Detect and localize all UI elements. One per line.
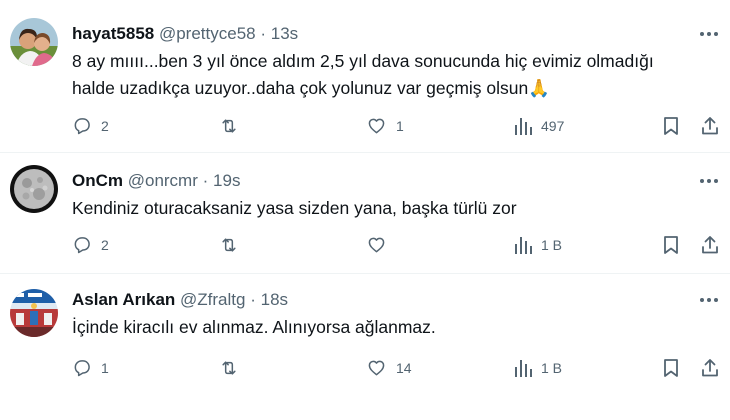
more-dots-icon[interactable] xyxy=(698,24,720,44)
retweet-icon xyxy=(222,119,236,133)
reply-count: 1 xyxy=(101,360,109,376)
user-handle[interactable]: @Zfraltg xyxy=(180,290,245,309)
bookmark-button[interactable] xyxy=(662,235,680,255)
analytics-bars-icon xyxy=(515,237,532,254)
tweet-text-line: İçinde kiracılı ev alınmaz. Alınıyorsa a… xyxy=(72,317,436,337)
views-count: 1 B xyxy=(541,237,563,253)
share-upload-icon xyxy=(702,117,718,135)
avatar[interactable] xyxy=(10,165,58,213)
heart-icon xyxy=(368,118,385,134)
tweet[interactable]: Aslan Arıkan @Zfraltg · 18s İçinde kirac… xyxy=(0,274,730,420)
user-handle[interactable]: @onrcmr xyxy=(128,171,198,190)
tweet-feed: hayat5858 @prettyce58 · 13s 8 ay mıııı..… xyxy=(0,0,730,420)
display-name[interactable]: OnCm xyxy=(72,171,123,190)
tweet-text-line: halde uzadıkça uzuyor..daha çok yolunuz … xyxy=(72,78,551,98)
bookmark-button[interactable] xyxy=(662,358,680,378)
like-button[interactable]: 1 xyxy=(366,116,404,136)
bookmark-icon xyxy=(664,359,678,377)
retweet-icon xyxy=(222,361,236,375)
reply-bubble-icon xyxy=(74,118,90,135)
reply-button[interactable]: 2 xyxy=(72,235,109,255)
tweet-header: OnCm @onrcmr · 19s xyxy=(72,171,240,191)
timestamp[interactable]: 13s xyxy=(271,24,298,43)
avatar[interactable] xyxy=(10,289,58,337)
tweet[interactable]: OnCm @onrcmr · 19s Kendiniz oturacaksani… xyxy=(0,153,730,273)
share-upload-icon xyxy=(702,236,718,254)
bookmark-button[interactable] xyxy=(662,116,680,136)
timestamp[interactable]: 19s xyxy=(213,171,240,190)
heart-icon xyxy=(368,237,385,253)
retweet-icon xyxy=(222,238,236,252)
display-name[interactable]: Aslan Arıkan xyxy=(72,290,175,309)
like-count: 14 xyxy=(396,360,412,376)
retweet-button[interactable] xyxy=(218,358,240,378)
views-button[interactable]: 1 B xyxy=(514,358,562,378)
views-button[interactable]: 1 B xyxy=(514,235,562,255)
like-button[interactable] xyxy=(366,235,387,255)
share-button[interactable] xyxy=(700,235,720,255)
reply-count: 2 xyxy=(101,237,109,253)
tweet-text-line: Kendiniz oturacaksaniz yasa sizden yana,… xyxy=(72,198,517,218)
share-button[interactable] xyxy=(700,116,720,136)
reply-bubble-icon xyxy=(74,360,90,377)
reply-button[interactable]: 2 xyxy=(72,116,109,136)
views-count: 497 xyxy=(541,118,565,134)
separator-dot: · xyxy=(250,290,256,309)
heart-icon xyxy=(368,360,385,376)
views-button[interactable]: 497 xyxy=(514,116,564,136)
more-dots-icon[interactable] xyxy=(698,290,720,310)
retweet-button[interactable] xyxy=(218,235,240,255)
bookmark-icon xyxy=(664,236,678,254)
share-button[interactable] xyxy=(700,358,720,378)
tweet[interactable]: hayat5858 @prettyce58 · 13s 8 ay mıııı..… xyxy=(0,0,730,152)
reply-button[interactable]: 1 xyxy=(72,358,109,378)
timestamp[interactable]: 18s xyxy=(261,290,288,309)
analytics-bars-icon xyxy=(515,360,532,377)
separator-dot: · xyxy=(202,171,209,190)
more-dots-icon[interactable] xyxy=(698,171,720,191)
views-count: 1 B xyxy=(541,360,563,376)
tweet-header: Aslan Arıkan @Zfraltg · 18s xyxy=(72,290,288,310)
like-count: 1 xyxy=(396,118,404,134)
like-button[interactable]: 14 xyxy=(366,358,412,378)
user-handle[interactable]: @prettyce58 xyxy=(159,24,256,43)
tweet-text: 8 ay mıııı...ben 3 yıl önce aldım 2,5 yı… xyxy=(72,48,654,102)
analytics-bars-icon xyxy=(515,118,532,135)
separator-dot: · xyxy=(260,24,267,43)
avatar[interactable] xyxy=(10,18,58,66)
share-upload-icon xyxy=(702,359,718,377)
reply-bubble-icon xyxy=(74,237,90,254)
tweet-text-line: 8 ay mıııı...ben 3 yıl önce aldım 2,5 yı… xyxy=(72,51,654,71)
reply-count: 2 xyxy=(101,118,109,134)
bookmark-icon xyxy=(664,117,678,135)
tweet-text: Kendiniz oturacaksaniz yasa sizden yana,… xyxy=(72,195,517,222)
tweet-text: İçinde kiracılı ev alınmaz. Alınıyorsa a… xyxy=(72,314,436,341)
display-name[interactable]: hayat5858 xyxy=(72,24,154,43)
tweet-header: hayat5858 @prettyce58 · 13s xyxy=(72,24,298,44)
retweet-button[interactable] xyxy=(218,116,240,136)
